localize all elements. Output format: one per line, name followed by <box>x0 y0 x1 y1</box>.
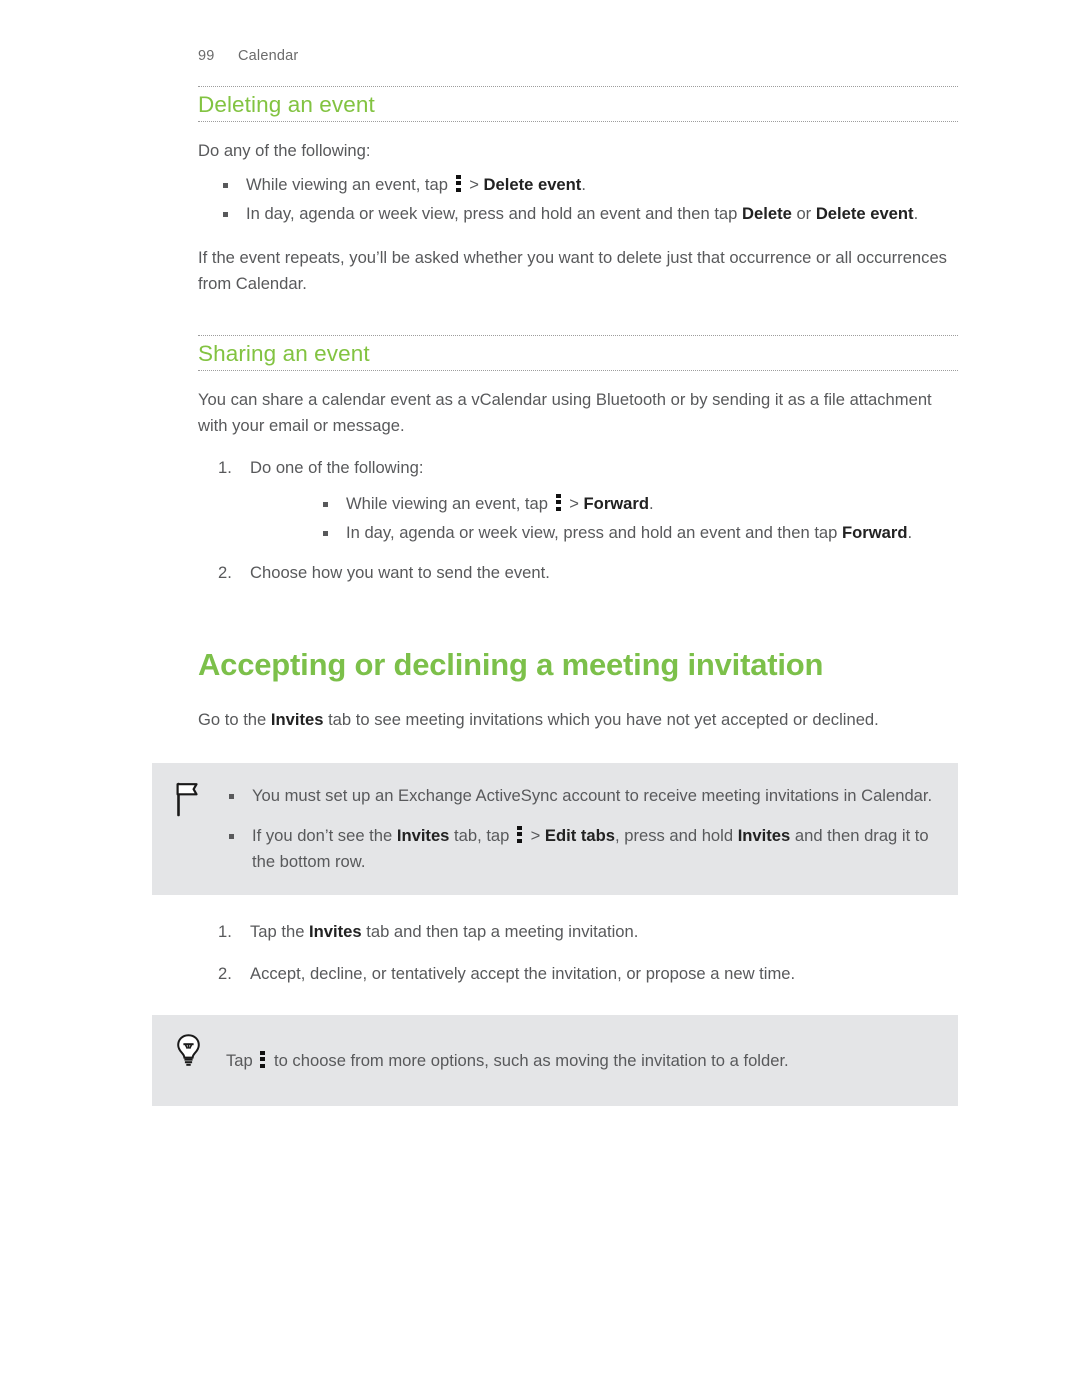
lightbulb-icon <box>172 1031 206 1071</box>
bullet-text-post: . <box>581 174 586 194</box>
list-item: Accept, decline, or tentatively accept t… <box>198 961 958 987</box>
bullet-text-mid: or <box>791 203 816 223</box>
kebab-menu-icon[interactable] <box>517 825 522 843</box>
note-bullet-mid-2: > <box>526 825 545 845</box>
list-item: Do one of the following: While viewing a… <box>198 455 958 546</box>
tip-text: Tap to choose from more options, such as… <box>226 1048 936 1074</box>
bullet-text-post: . <box>907 522 913 542</box>
section-heading-sharing-an-event: Sharing an event <box>198 334 958 371</box>
sharing-intro: You can share a calendar event as a vCal… <box>198 389 932 435</box>
note-bullet-mid: tab, tap <box>449 825 514 845</box>
accepting-steps-list: Tap the Invites tab and then tap a meeti… <box>198 919 958 987</box>
list-item: If you don’t see the Invites tab, tap > … <box>226 823 936 875</box>
list-item: Tap the Invites tab and then tap a meeti… <box>198 919 958 945</box>
bullet-text-pre: While viewing an event, tap <box>346 493 553 513</box>
chapter-name: Calendar <box>238 48 299 64</box>
bullet-text-bold-2: Delete event <box>815 203 914 223</box>
bullet-text-pre: In day, agenda or week view, press and h… <box>246 203 743 223</box>
intro-bold: Invites <box>270 709 324 729</box>
list-item: In day, agenda or week view, press and h… <box>220 201 958 227</box>
deleting-bullet-list: While viewing an event, tap > Delete eve… <box>220 172 958 227</box>
sharing-substep-bullets: While viewing an event, tap > Forward. I… <box>320 491 958 546</box>
note-bullet-bold-2: Edit tabs <box>544 825 615 845</box>
page-title: Accepting or declining a meeting invitat… <box>198 646 824 682</box>
tip-text-post: to choose from more options, such as mov… <box>269 1050 789 1070</box>
note-bullet-mid-3: , press and hold <box>615 825 738 845</box>
kebab-menu-icon[interactable] <box>260 1050 266 1068</box>
step-text: Accept, decline, or tentatively accept t… <box>250 963 796 983</box>
running-header: 99 Calendar <box>198 48 298 64</box>
step-text-pre: Tap the <box>250 921 310 941</box>
list-item: Choose how you want to send the event. <box>198 560 958 586</box>
section-heading-deleting-an-event: Deleting an event <box>198 86 958 122</box>
bullet-text-post: . <box>649 493 654 513</box>
bullet-text-bold: Delete <box>742 203 792 223</box>
tip-text-pre: Tap <box>226 1050 258 1070</box>
step-text: Choose how you want to send the event. <box>250 562 550 582</box>
bullet-text-bold: Forward <box>842 522 908 542</box>
list-item: While viewing an event, tap > Delete eve… <box>220 172 958 198</box>
bullet-text-post: . <box>913 203 919 223</box>
note-callout: You must set up an Exchange ActiveSync a… <box>152 762 958 895</box>
kebab-menu-icon[interactable] <box>455 174 461 192</box>
step-text: Do one of the following: <box>250 457 424 477</box>
bullet-text-pre: While viewing an event, tap <box>246 174 453 194</box>
step-text-bold: Invites <box>309 921 362 941</box>
content-column: Deleting an event Do any of the followin… <box>152 86 958 1107</box>
bullet-text-mid: > <box>464 174 484 194</box>
kebab-menu-icon[interactable] <box>555 493 561 511</box>
flag-icon <box>172 779 206 819</box>
page-number: 99 <box>198 48 215 64</box>
note-bullet-list: You must set up an Exchange ActiveSync a… <box>226 783 936 875</box>
tip-callout: Tap to choose from more options, such as… <box>152 1014 958 1107</box>
note-bullet-bold: Invites <box>396 825 450 845</box>
document-page: 99 Calendar Deleting an event Do any of t… <box>0 0 1080 1397</box>
accepting-intro: Go to the Invites tab to see meeting inv… <box>198 707 958 733</box>
intro-post: tab to see meeting invitations which you… <box>323 709 879 729</box>
deleting-closing-paragraph: If the event repeats, you’ll be asked wh… <box>198 247 947 293</box>
note-bullet-pre: If you don’t see the <box>252 825 397 845</box>
note-bullet-text: You must set up an Exchange ActiveSync a… <box>252 785 933 805</box>
list-item: In day, agenda or week view, press and h… <box>320 520 958 546</box>
note-bullet-bold-3: Invites <box>737 825 791 845</box>
bullet-text-bold: Delete event <box>483 174 582 194</box>
list-item: You must set up an Exchange ActiveSync a… <box>226 783 936 809</box>
step-text-post: tab and then tap a meeting invitation. <box>361 921 639 941</box>
bullet-text-bold: Forward <box>583 493 650 513</box>
sharing-steps-list: Do one of the following: While viewing a… <box>198 455 958 586</box>
deleting-intro: Do any of the following: <box>198 140 371 160</box>
intro-pre: Go to the <box>198 709 271 729</box>
bullet-text-mid: > <box>564 493 584 513</box>
list-item: While viewing an event, tap > Forward. <box>320 491 958 517</box>
bullet-text-pre: In day, agenda or week view, press and h… <box>346 522 843 542</box>
